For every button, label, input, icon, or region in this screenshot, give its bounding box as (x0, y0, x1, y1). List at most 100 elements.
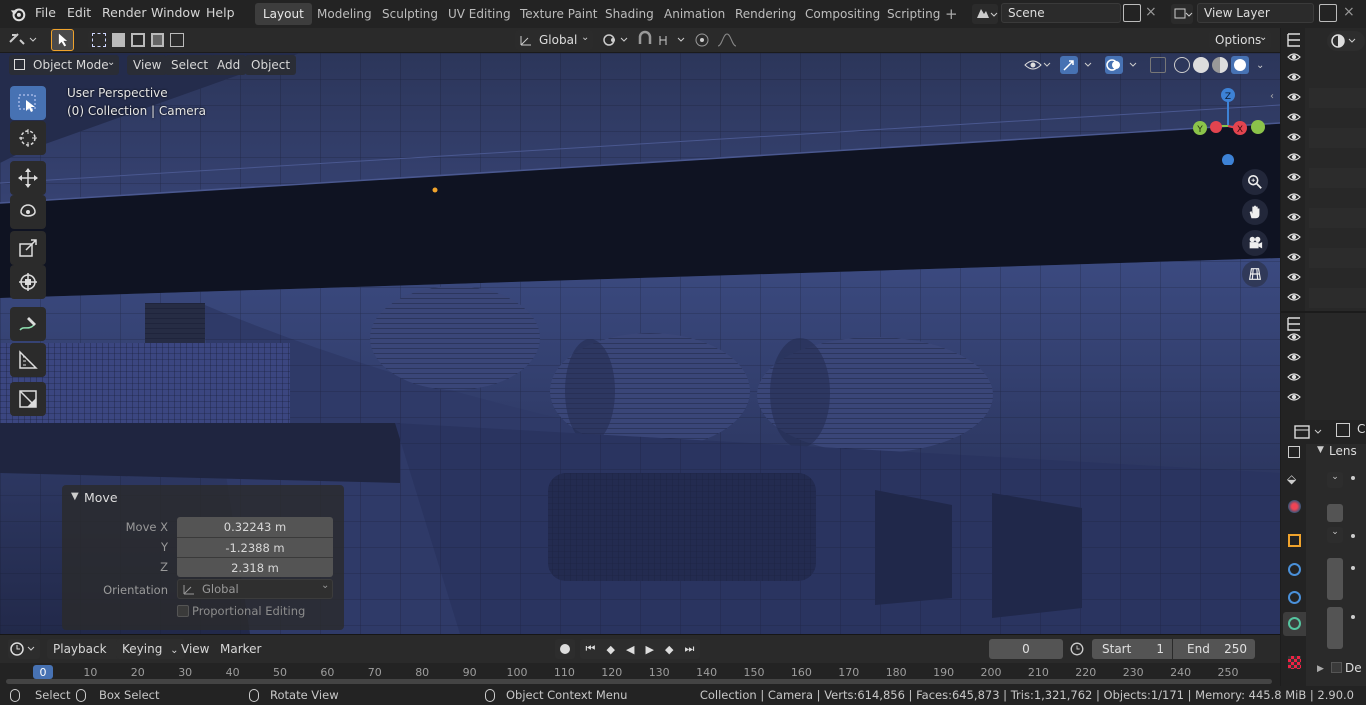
orthographic-grid-icon[interactable] (1242, 261, 1268, 287)
visibility-filter-icon[interactable] (1023, 56, 1053, 74)
proportional-edit-icon[interactable] (694, 30, 742, 50)
move-x-field[interactable]: 0.32243 m (177, 517, 333, 537)
object-mode-dropdown[interactable]: Object Mode ⌄ (9, 55, 119, 75)
pivot-point-icon[interactable] (600, 30, 630, 50)
collapse-arrow-icon[interactable]: ▼ (71, 491, 79, 502)
visibility-eye-icon[interactable] (1287, 170, 1301, 184)
move-z-field[interactable]: 2.318 m (177, 557, 333, 577)
navigation-gizmo[interactable]: Z Y X (1188, 85, 1268, 165)
cursor-tool[interactable] (10, 121, 46, 155)
menu-file[interactable]: File (35, 5, 56, 20)
texture-tab-icon[interactable] (1288, 656, 1301, 669)
solid-shading-icon[interactable] (1193, 57, 1209, 73)
remove-view-layer-icon[interactable]: × (1343, 4, 1355, 20)
animate-property-icon[interactable] (1351, 534, 1355, 538)
tab-scripting[interactable]: Scripting (879, 3, 948, 25)
play-icon[interactable]: ▶ (646, 643, 654, 656)
viewport-menu-object[interactable]: Object (245, 55, 297, 75)
object-tab-icon[interactable] (1288, 534, 1301, 547)
proportional-editing-checkbox[interactable] (177, 605, 189, 617)
prev-keyframe-icon[interactable]: ◆ (606, 643, 614, 656)
wireframe-shading-icon[interactable] (1174, 57, 1190, 73)
play-reverse-icon[interactable]: ◀ (626, 643, 634, 656)
visibility-eye-icon[interactable] (1287, 350, 1301, 364)
select-tool-icon[interactable] (51, 29, 74, 51)
zoom-icon[interactable] (1242, 169, 1268, 195)
lens-panel-label[interactable]: Lens (1329, 444, 1357, 458)
scene-name-field[interactable]: Scene (1001, 3, 1121, 23)
sidebar-toggle-icon[interactable]: ‹ (1270, 91, 1274, 102)
visibility-eye-icon[interactable] (1287, 90, 1301, 104)
timeline-scrollbar[interactable] (6, 679, 1272, 684)
menu-help[interactable]: Help (206, 5, 235, 20)
add-workspace-icon[interactable]: + (945, 5, 958, 23)
move-y-field[interactable]: -1.2388 m (177, 537, 333, 557)
new-view-layer-icon[interactable] (1319, 4, 1337, 22)
menu-window[interactable]: Window (151, 5, 200, 20)
select-intersect-icon[interactable] (170, 33, 185, 47)
animate-property-icon[interactable] (1351, 476, 1355, 480)
dof-panel-label[interactable]: De (1345, 661, 1362, 675)
tab-texture-paint[interactable]: Texture Paint (512, 3, 605, 25)
tool-tab-icon[interactable] (1288, 446, 1300, 458)
animate-property-icon[interactable] (1351, 566, 1355, 570)
menu-render[interactable]: Render (102, 5, 147, 20)
tab-layout[interactable]: Layout (255, 3, 312, 25)
new-scene-icon[interactable] (1123, 4, 1141, 22)
visibility-eye-icon[interactable] (1287, 330, 1301, 344)
visibility-eye-icon[interactable] (1287, 250, 1301, 264)
options-dropdown[interactable]: Options ⌄ (1209, 30, 1271, 50)
clip-fields[interactable] (1327, 607, 1343, 649)
tab-sculpting[interactable]: Sculpting (374, 3, 446, 25)
rendered-shading-icon[interactable] (1231, 56, 1249, 74)
focal-length-field[interactable] (1327, 504, 1343, 522)
world-tab-icon[interactable] (1288, 500, 1301, 513)
visibility-eye-icon[interactable] (1287, 50, 1301, 64)
timeline-menu-marker[interactable]: Marker (214, 639, 267, 659)
measure-tool[interactable] (10, 343, 46, 377)
timeline-editor-type-icon[interactable] (8, 639, 40, 659)
viewport-menu-select[interactable]: Select (165, 55, 215, 75)
camera-data-tab[interactable] (1283, 612, 1306, 636)
visibility-eye-icon[interactable] (1287, 150, 1301, 164)
select-new-icon[interactable] (92, 33, 106, 47)
render-tab-icon[interactable]: ⬙ (1287, 472, 1296, 486)
visibility-eye-icon[interactable] (1287, 270, 1301, 284)
tab-rendering[interactable]: Rendering (727, 3, 804, 25)
jump-start-icon[interactable]: ⏮ (586, 642, 596, 656)
chevron-down-icon[interactable]: ⌄ (1256, 60, 1264, 71)
pin-icon[interactable] (1336, 423, 1350, 437)
select-difference-icon[interactable] (150, 33, 165, 47)
collapse-arrow-icon[interactable]: ▼ (1317, 445, 1324, 455)
select-subtract-icon[interactable] (131, 33, 145, 47)
current-frame-field[interactable]: 0 (989, 639, 1063, 659)
orientation-dropdown[interactable]: Global ⌄ (177, 579, 333, 599)
outliner-editor-icon[interactable] (1284, 31, 1304, 49)
snap-icon[interactable] (636, 30, 688, 50)
visibility-eye-icon[interactable] (1287, 130, 1301, 144)
visibility-eye-icon[interactable] (1287, 230, 1301, 244)
overlays-toggle-icon[interactable] (1104, 55, 1142, 75)
view-layer-field[interactable]: View Layer (1197, 3, 1314, 23)
blender-logo-icon[interactable] (9, 5, 27, 23)
menu-edit[interactable]: Edit (67, 5, 91, 20)
tab-uv-editing[interactable]: UV Editing (440, 3, 519, 25)
scene-selector-icon[interactable] (972, 4, 998, 24)
physics-tab-icon[interactable] (1288, 591, 1301, 604)
properties-editor-icon[interactable] (1291, 422, 1327, 442)
transform-tool[interactable] (10, 265, 46, 299)
panel-title[interactable]: Move (84, 490, 118, 505)
end-frame-field[interactable]: End 250 (1173, 639, 1255, 659)
material-shading-icon[interactable] (1212, 57, 1228, 73)
annotate-tool[interactable] (10, 307, 46, 341)
select-extend-icon[interactable] (111, 33, 126, 47)
record-button[interactable] (555, 639, 575, 659)
visibility-eye-icon[interactable] (1287, 290, 1301, 304)
editor-type-icon[interactable] (6, 30, 40, 50)
pan-hand-icon[interactable] (1242, 199, 1268, 225)
camera-view-icon[interactable] (1242, 230, 1268, 256)
display-mode-icon[interactable] (1327, 31, 1365, 51)
gizmo-toggle-icon[interactable] (1059, 55, 1097, 75)
expand-arrow-icon[interactable]: ▶ (1317, 664, 1324, 674)
timeline-menu-view[interactable]: View (175, 639, 215, 659)
